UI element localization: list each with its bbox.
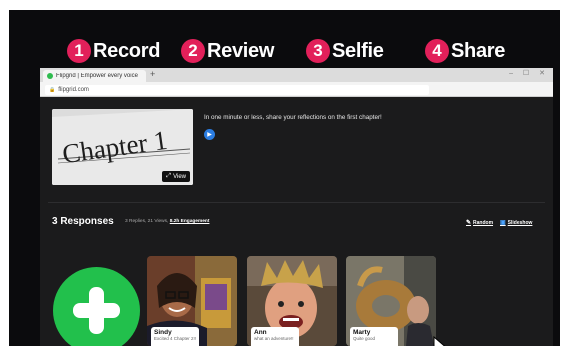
slideshow-label: Slideshow <box>507 219 533 226</box>
step-label: Share <box>451 39 506 62</box>
magic-wand-icon: ✎ <box>466 220 472 226</box>
topic-prompt: In one minute or less, share your reflec… <box>204 114 382 121</box>
step-number-badge: 2 <box>181 39 205 63</box>
step-number-badge: 1 <box>67 39 91 63</box>
response-card-marty[interactable]: Marty Quite good <box>346 256 436 346</box>
plus-icon-stroke <box>89 287 104 334</box>
step-label: Selfie <box>332 39 384 62</box>
responses-title: 3 Responses <box>52 216 114 227</box>
step-selfie: 3 Selfie <box>306 36 384 66</box>
view-label: View <box>173 173 186 180</box>
topic-thumbnail[interactable]: Chapter 1 ⤢ View <box>52 109 193 185</box>
responder-name: Ann <box>254 329 267 336</box>
address-bar: 🔒 flipgrid.com <box>40 82 553 97</box>
slideshow-icon: ▣ <box>500 220 506 226</box>
add-response-button[interactable] <box>53 267 140 346</box>
step-review: 2 Review <box>181 36 274 66</box>
window-controls[interactable]: – ☐ ✕ <box>509 69 549 77</box>
browser-tab[interactable]: Flipgrid | Empower every voice <box>43 70 146 82</box>
steps-header: 1 Record 2 Review 3 Selfie 4 Share <box>9 36 560 68</box>
response-card-sindy[interactable]: Sindy Excited 4 Chapter 2!! <box>147 256 237 346</box>
tab-title: Flipgrid | Empower every voice <box>56 73 138 79</box>
slideshow-button[interactable]: ▣ Slideshow <box>500 219 533 227</box>
responses-meta: 3 Replies, 21 Views, 8.2h Engagement <box>125 219 209 224</box>
response-card-ann[interactable]: Ann what an adventure!! <box>247 256 337 346</box>
response-label: Sindy Excited 4 Chapter 2!! <box>151 327 199 346</box>
video-frame: 1 Record 2 Review 3 Selfie 4 Share Flipg… <box>9 10 560 346</box>
url-text: flipgrid.com <box>58 87 89 93</box>
page-content: Chapter 1 ⤢ View In one minute or less, … <box>40 98 553 346</box>
step-share: 4 Share <box>425 36 505 66</box>
browser-tab-bar: Flipgrid | Empower every voice + – ☐ ✕ <box>40 68 553 82</box>
step-record: 1 Record <box>67 36 160 66</box>
url-field[interactable]: 🔒 flipgrid.com <box>45 85 429 95</box>
response-caption: Excited 4 Chapter 2!! <box>154 336 196 341</box>
step-label: Record <box>93 39 161 62</box>
view-button[interactable]: ⤢ View <box>162 171 190 182</box>
step-number-badge: 4 <box>425 39 449 63</box>
mouse-cursor-icon <box>433 336 446 346</box>
random-label: Random <box>473 219 494 226</box>
response-caption: Quite good <box>353 336 376 341</box>
engagement-link[interactable]: 8.2h Engagement <box>170 219 210 224</box>
response-label: Ann what an adventure!! <box>251 327 299 346</box>
section-divider <box>48 202 545 203</box>
flipgrid-favicon-icon <box>47 73 53 79</box>
responder-name: Sindy <box>154 329 172 336</box>
response-caption: what an adventure!! <box>254 336 294 341</box>
new-tab-button[interactable]: + <box>150 69 155 79</box>
lock-icon: 🔒 <box>49 87 56 93</box>
expand-icon: ⤢ <box>166 173 172 179</box>
step-number-badge: 3 <box>306 39 330 63</box>
random-button[interactable]: ✎ Random <box>466 219 494 227</box>
responses-stats: 3 Replies, 21 Views, <box>125 219 169 224</box>
step-label: Review <box>207 39 275 62</box>
response-label: Marty Quite good <box>350 327 398 346</box>
prompt-media-icon[interactable]: ▶ <box>204 129 215 140</box>
responder-name: Marty <box>353 329 371 336</box>
browser-window: Flipgrid | Empower every voice + – ☐ ✕ 🔒… <box>40 68 553 346</box>
